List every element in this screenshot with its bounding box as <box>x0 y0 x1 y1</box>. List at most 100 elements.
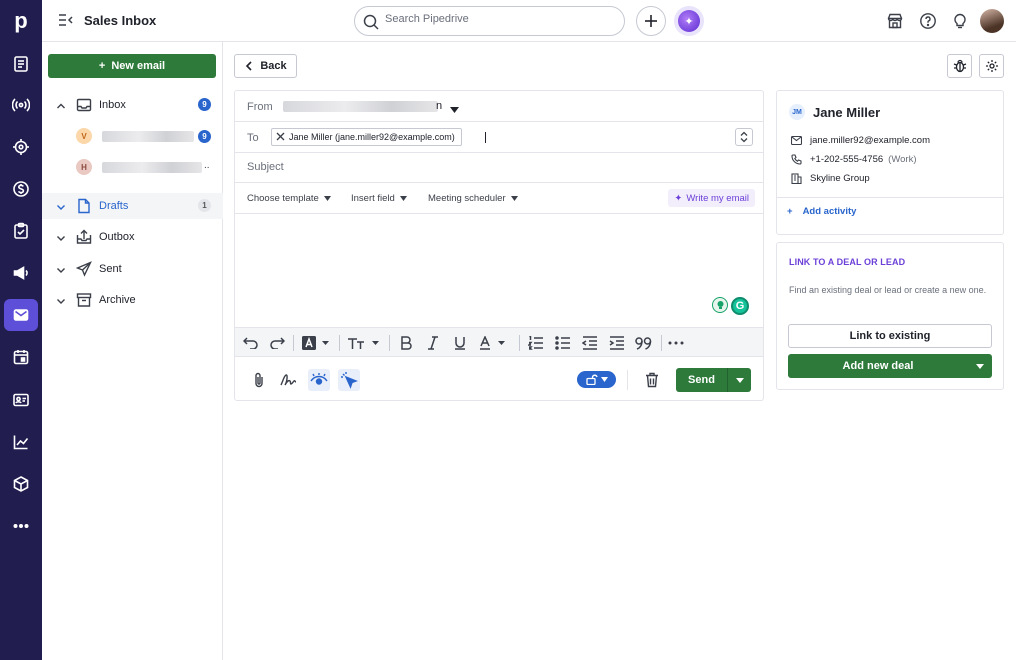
user-avatar[interactable] <box>980 9 1004 33</box>
products-icon[interactable] <box>0 468 42 500</box>
calendar-icon[interactable] <box>0 341 42 373</box>
to-label: To <box>247 132 259 144</box>
ai-assistant-button[interactable]: ✦ <box>674 6 704 36</box>
chevron-down-icon[interactable] <box>56 232 66 246</box>
add-new-deal-group: Add new deal <box>788 354 992 378</box>
attachment-icon[interactable] <box>248 369 270 391</box>
font-size-dropdown[interactable] <box>347 335 381 351</box>
trash-icon[interactable] <box>641 369 663 391</box>
marketplace-icon[interactable] <box>885 11 905 31</box>
bullet-list-icon[interactable] <box>555 335 571 351</box>
caret-down-icon[interactable] <box>450 102 459 116</box>
deals-icon[interactable] <box>0 48 42 80</box>
new-email-button[interactable]: + New email <box>48 54 216 78</box>
choose-template-dropdown[interactable]: Choose template <box>247 193 331 204</box>
text-style-dropdown[interactable] <box>301 335 331 351</box>
sharing-settings-dropdown[interactable] <box>577 371 616 388</box>
leads-icon[interactable] <box>0 89 42 121</box>
quick-add-button[interactable] <box>636 6 666 36</box>
undo-icon[interactable] <box>243 335 259 351</box>
folder-drafts[interactable]: Drafts 1 <box>42 193 223 219</box>
italic-icon[interactable] <box>426 335 440 351</box>
folder-archive[interactable]: Archive <box>42 287 223 313</box>
folder-label: Inbox <box>99 99 126 111</box>
from-row[interactable]: From n <box>235 91 763 122</box>
subject-row[interactable] <box>235 153 763 183</box>
quote-icon[interactable] <box>635 335 653 351</box>
money-icon[interactable] <box>0 173 42 205</box>
search-input[interactable] <box>385 13 605 25</box>
folder-label: Drafts <box>99 200 129 212</box>
mail-account-item[interactable]: V 9 <box>42 123 223 149</box>
link-to-existing-button[interactable]: Link to existing <box>788 324 992 348</box>
send-button[interactable]: Send <box>676 368 727 392</box>
expand-cc-bcc-button[interactable] <box>735 128 753 146</box>
more-options-icon[interactable] <box>668 335 684 351</box>
remove-recipient-icon[interactable] <box>276 132 285 143</box>
folder-outbox[interactable]: Outbox <box>42 224 223 250</box>
contact-name[interactable]: Jane Miller <box>813 105 880 120</box>
main-navigation: p <box>0 0 42 660</box>
email-body-editor[interactable] <box>235 214 763 327</box>
caret-down-icon <box>323 196 331 201</box>
lightbulb-icon[interactable] <box>712 297 728 313</box>
campaigns-icon[interactable] <box>0 257 42 289</box>
toolbar-divider <box>389 335 390 351</box>
collapse-menu-icon[interactable] <box>58 13 74 30</box>
plus-icon: + <box>98 60 106 72</box>
write-my-email-button[interactable]: ✦ Write my email <box>668 189 755 207</box>
grammarly-icon[interactable]: G <box>731 297 749 315</box>
redo-icon[interactable] <box>269 335 285 351</box>
chevron-down-icon[interactable] <box>56 295 66 309</box>
link-deal-panel: LINK TO A DEAL OR LEAD Find an existing … <box>776 242 1004 390</box>
from-label: From <box>247 101 273 113</box>
grammarly-widget[interactable]: G <box>712 297 749 315</box>
contact-phone[interactable]: +1-202-555-4756 <box>810 154 883 165</box>
folder-inbox[interactable]: Inbox 9 <box>42 92 223 118</box>
font-color-dropdown[interactable] <box>479 335 511 351</box>
bold-icon[interactable] <box>399 335 413 351</box>
chevron-down-icon[interactable] <box>56 264 66 278</box>
settings-button[interactable] <box>979 54 1004 78</box>
indent-icon[interactable] <box>609 335 625 351</box>
chevron-down-icon[interactable] <box>56 201 66 215</box>
global-search[interactable] <box>354 6 625 36</box>
add-activity-button[interactable]: + Add activity <box>787 206 856 217</box>
folder-label: Sent <box>99 263 122 275</box>
activities-icon[interactable] <box>0 215 42 247</box>
meeting-scheduler-dropdown[interactable]: Meeting scheduler <box>428 193 518 204</box>
help-icon[interactable] <box>918 11 938 31</box>
send-options-dropdown[interactable] <box>727 368 751 392</box>
to-row[interactable]: To Jane Miller (jane.miller92@example.co… <box>235 122 763 153</box>
contacts-icon[interactable] <box>0 384 42 416</box>
subject-input[interactable] <box>247 161 727 173</box>
envelope-icon <box>791 136 802 145</box>
toolbar-divider <box>519 335 520 351</box>
chevron-up-icon[interactable] <box>56 100 66 114</box>
more-icon[interactable] <box>0 510 42 542</box>
search-icon <box>363 14 379 33</box>
lightbulb-icon[interactable] <box>950 11 970 31</box>
mail-icon[interactable] <box>4 299 38 331</box>
outdent-icon[interactable] <box>582 335 598 351</box>
plus-icon: + <box>787 206 793 217</box>
insert-field-dropdown[interactable]: Insert field <box>351 193 407 204</box>
report-bug-button[interactable] <box>947 54 972 78</box>
folder-sent[interactable]: Sent <box>42 256 223 282</box>
account-avatar: H <box>76 159 92 175</box>
track-clicks-icon[interactable] <box>338 369 360 391</box>
track-opens-icon[interactable] <box>308 369 330 391</box>
back-button[interactable]: Back <box>234 54 297 78</box>
numbered-list-icon[interactable] <box>528 335 544 351</box>
insights-icon[interactable] <box>0 426 42 458</box>
add-new-deal-button[interactable]: Add new deal <box>788 354 968 378</box>
add-deal-options-dropdown[interactable] <box>968 354 992 378</box>
projects-icon[interactable] <box>0 131 42 163</box>
underline-icon[interactable] <box>453 335 467 351</box>
mail-account-item[interactable]: H .. <box>42 154 223 180</box>
signature-icon[interactable] <box>278 369 300 391</box>
recipient-chip[interactable]: Jane Miller (jane.miller92@example.com) <box>271 128 462 146</box>
contact-organization[interactable]: Skyline Group <box>810 173 870 184</box>
contact-email[interactable]: jane.miller92@example.com <box>810 135 930 146</box>
pipedrive-logo[interactable]: p <box>0 0 42 42</box>
